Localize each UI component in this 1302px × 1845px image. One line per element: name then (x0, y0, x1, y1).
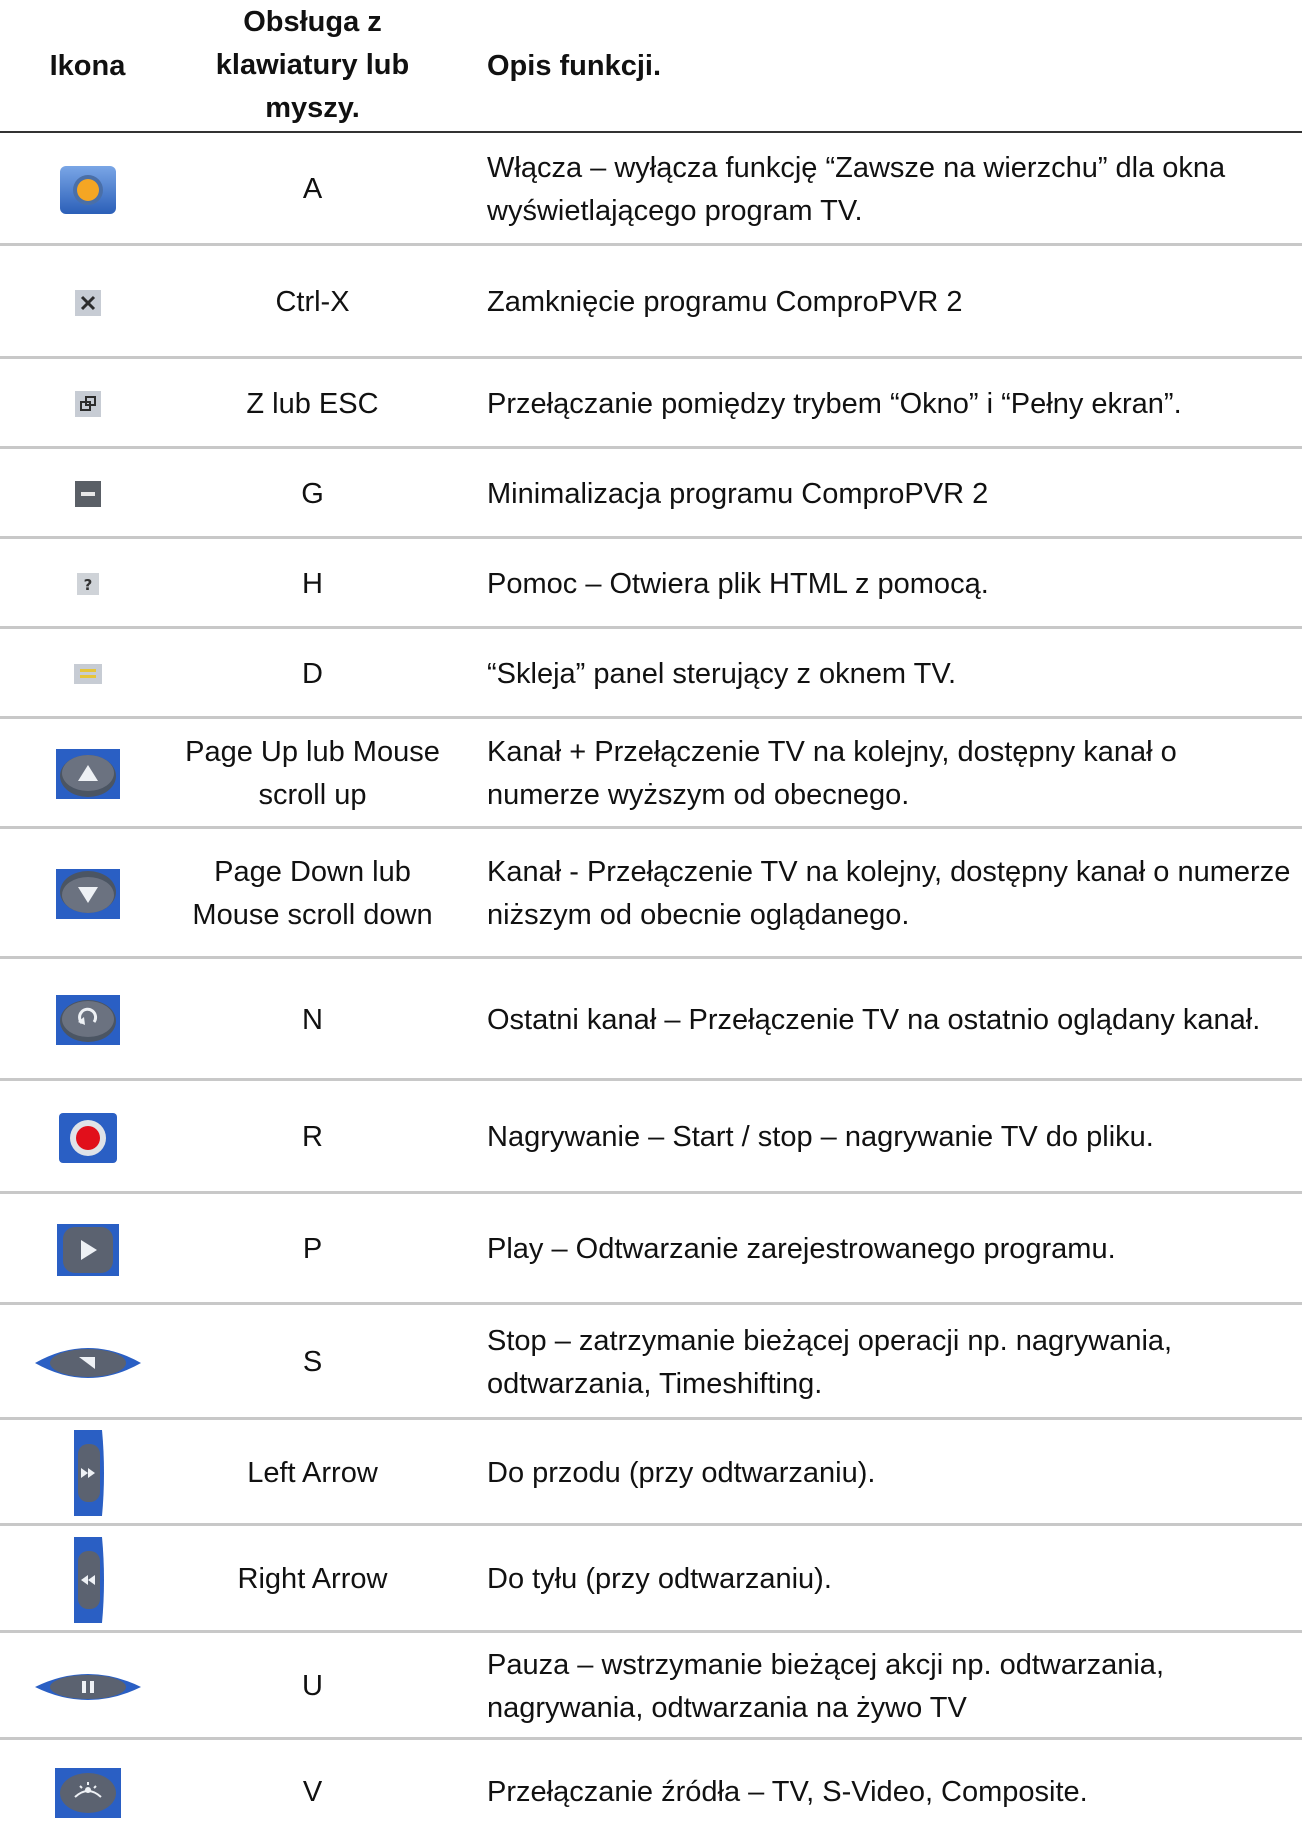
header-icon-column: Ikona (49, 50, 126, 82)
function-description: Zamknięcie programu ComproPVR 2 (487, 286, 963, 318)
shortcut-key: Z lub ESC (246, 387, 379, 420)
table-row: U Pauza – wstrzymanie bieżącej akcji np.… (0, 1633, 1302, 1740)
dock-panel-icon (0, 629, 175, 719)
table-row: V Przełączanie źródła – TV, S-Video, Com… (0, 1740, 1302, 1845)
function-description: Nagrywanie – Start / stop – nagrywanie T… (487, 1121, 1154, 1153)
shortcut-key: R (302, 1121, 323, 1153)
function-description: Do przodu (przy odtwarzaniu). (487, 1456, 876, 1489)
rewind-icon (0, 1526, 175, 1633)
minimize-icon (0, 449, 175, 539)
function-description: Przełączanie pomiędzy trybem “Okno” i “P… (487, 387, 1182, 420)
shortcut-key: U (302, 1670, 323, 1702)
shortcut-key: A (302, 173, 323, 205)
header-desc-column: Opis funkcji. (487, 50, 662, 82)
last-channel-icon (0, 959, 175, 1081)
table-row: G Minimalizacja programu ComproPVR 2 (0, 449, 1302, 539)
fast-forward-icon (0, 1420, 175, 1526)
shortcut-key: H (302, 567, 323, 600)
shortcut-key: P (302, 1233, 323, 1265)
function-description: Minimalizacja programu ComproPVR 2 (487, 477, 989, 510)
function-description: Play – Odtwarzanie zarejestrowanego prog… (487, 1233, 1116, 1265)
shortcut-key: G (301, 477, 324, 510)
function-description: Pomoc – Otwiera plik HTML z pomocą. (487, 567, 989, 600)
table-row: Right Arrow Do tyłu (przy odtwarzaniu). (0, 1526, 1302, 1633)
stop-icon (0, 1305, 175, 1420)
shortcut-key: N (302, 1003, 323, 1036)
shortcut-key: Left Arrow (247, 1456, 378, 1489)
table-header: Ikona Obsługa z klawiatury lub myszy. Op… (0, 0, 1302, 130)
channel-up-icon (0, 719, 175, 829)
shortcut-key: Page Down lub Mouse scroll down (192, 856, 433, 931)
table-row: N Ostatni kanał – Przełączenie TV na ost… (0, 959, 1302, 1081)
function-description: Włącza – wyłącza funkcję “Zawsze na wier… (487, 151, 1226, 227)
function-description: Stop – zatrzymanie bieżącej operacji np.… (487, 1324, 1173, 1400)
shortcut-key: S (302, 1346, 323, 1378)
channel-down-icon (0, 829, 175, 959)
function-description: Kanał - Przełączenie TV na kolejny, dost… (487, 856, 1291, 931)
table-row: Ctrl-X Zamknięcie programu ComproPVR 2 (0, 246, 1302, 359)
table-row: Z lub ESC Przełączanie pomiędzy trybem “… (0, 359, 1302, 449)
function-description: Pauza – wstrzymanie bieżącej akcji np. o… (487, 1648, 1164, 1724)
function-description: Ostatni kanał – Przełączenie TV na ostat… (487, 1003, 1261, 1036)
always-on-top-icon (0, 133, 175, 246)
pause-icon (0, 1633, 175, 1740)
record-icon (0, 1081, 175, 1194)
play-icon (0, 1194, 175, 1305)
function-description: “Skleja” panel sterujący z oknem TV. (487, 657, 957, 690)
function-description: Do tyłu (przy odtwarzaniu). (487, 1563, 832, 1595)
close-icon (0, 246, 175, 359)
table-row: S Stop – zatrzymanie bieżącej operacji n… (0, 1305, 1302, 1420)
table-row: Left Arrow Do przodu (przy odtwarzaniu). (0, 1420, 1302, 1526)
shortcut-key: V (302, 1776, 323, 1808)
table-row: Page Up lub Mouse scroll up Kanał + Prze… (0, 719, 1302, 829)
shortcut-key: Right Arrow (237, 1563, 388, 1595)
function-description: Kanał + Przełączenie TV na kolejny, dost… (487, 736, 1177, 811)
table-row: Page Down lub Mouse scroll down Kanał - … (0, 829, 1302, 959)
shortcut-key: Ctrl-X (275, 286, 350, 318)
svg-text:?: ? (83, 576, 92, 594)
source-switch-icon (0, 1740, 175, 1845)
table-row: R Nagrywanie – Start / stop – nagrywanie… (0, 1081, 1302, 1194)
shortcut-key: Page Up lub Mouse scroll up (185, 736, 440, 811)
window-fullscreen-icon (0, 359, 175, 449)
table-row: ? H Pomoc – Otwiera plik HTML z pomocą. (0, 539, 1302, 629)
shortcut-key: D (302, 657, 323, 690)
table-row: P Play – Odtwarzanie zarejestrowanego pr… (0, 1194, 1302, 1305)
table-row: A Włącza – wyłącza funkcję “Zawsze na wi… (0, 133, 1302, 246)
function-description: Przełączanie źródła – TV, S-Video, Compo… (487, 1776, 1088, 1808)
header-key-column: Obsługa z klawiatury lub myszy. (215, 6, 410, 124)
help-icon: ? (0, 539, 175, 629)
table-row: D “Skleja” panel sterujący z oknem TV. (0, 629, 1302, 719)
